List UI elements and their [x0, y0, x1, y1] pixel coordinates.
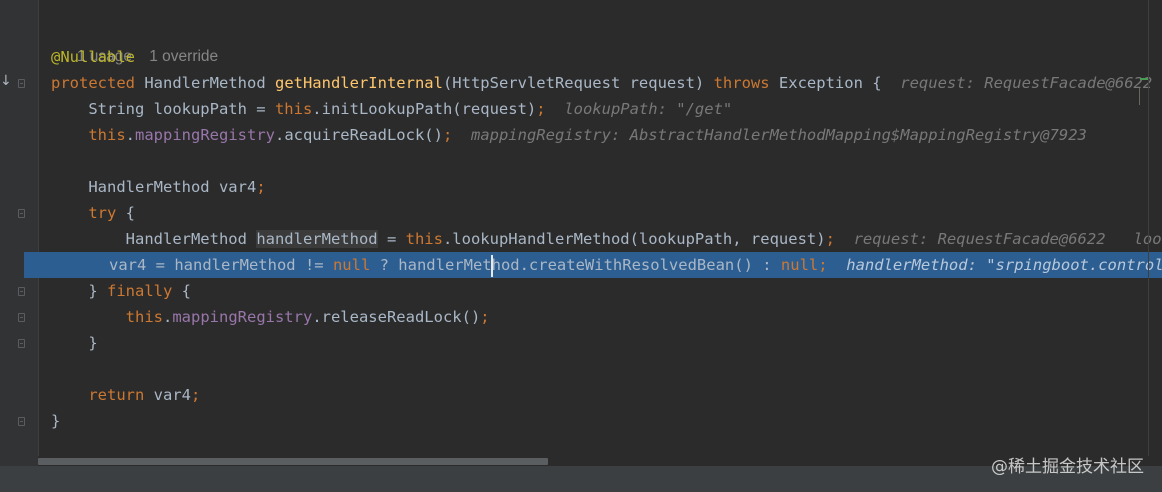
code-token: .acquireReadLock()	[274, 126, 443, 144]
bottom-panel-bar	[0, 466, 1162, 492]
keyword-token: protected	[51, 74, 135, 92]
inline-debug-hint: lookupPath: "/get"	[564, 100, 733, 118]
keyword-token: try	[88, 204, 117, 222]
semicolon-token: ;	[191, 386, 201, 404]
code-line: this.mappingRegistry.releaseReadLock();	[38, 304, 1162, 330]
text-caret	[491, 255, 493, 277]
code-token: HandlerMethod var4	[88, 178, 257, 196]
change-marker	[1140, 78, 1148, 80]
code-line: } finally {	[38, 278, 1162, 304]
code-line: String lookupPath = this.initLookupPath(…	[38, 96, 1162, 122]
semicolon-token: ;	[256, 178, 266, 196]
code-line: this.mappingRegistry.acquireReadLock(); …	[38, 122, 1162, 148]
scrollbar-thumb[interactable]	[38, 458, 548, 465]
change-marker-bracket	[1139, 88, 1150, 105]
keyword-token: this	[88, 126, 126, 144]
code-editor[interactable]: 1 usage 1 override @Nullable protected H…	[24, 0, 1162, 460]
keyword-token: throws	[713, 74, 770, 92]
variable-token: handlerMethod	[256, 230, 378, 248]
code-line-annotation: @Nullable	[38, 44, 1162, 70]
semicolon-token: ;	[818, 256, 828, 274]
code-token: .lookupHandlerMethod(lookupPath, request…	[442, 230, 826, 248]
code-token: ? handlerMethod.createWithResolvedBean()…	[370, 256, 781, 274]
fold-marker-icon[interactable]	[18, 417, 25, 426]
editor-gutter[interactable]: ↓	[0, 0, 39, 466]
code-line-signature: protected HandlerMethod getHandlerIntern…	[38, 70, 1162, 96]
keyword-token: this	[274, 100, 313, 118]
keyword-token: return	[88, 386, 145, 404]
code-line: try {	[38, 200, 1162, 226]
code-token: HandlerMethod	[125, 230, 257, 248]
exception-token: Exception {	[769, 74, 882, 92]
fold-marker-icon[interactable]	[18, 339, 25, 348]
code-lens-line: 1 usage 1 override	[38, 18, 1162, 65]
code-line: }	[38, 330, 1162, 356]
code-token: String lookupPath =	[88, 100, 275, 118]
semicolon-token: ;	[825, 230, 835, 248]
semicolon-token: ;	[442, 126, 453, 144]
code-token: }	[88, 334, 98, 352]
code-token: =	[377, 230, 406, 248]
annotation-token: @Nullable	[51, 48, 135, 66]
code-token: .initLookupPath(request)	[312, 100, 537, 118]
semicolon-token: ;	[536, 100, 546, 118]
override-arrow-icon[interactable]: ↓	[0, 73, 12, 89]
keyword-token: null	[780, 256, 819, 274]
params-token: (HttpServletRequest request)	[442, 74, 714, 92]
code-token: .	[162, 308, 173, 326]
inline-debug-hint: request: RequestFacade@6622	[900, 74, 1153, 92]
keyword-token: this	[405, 230, 443, 248]
code-token: {	[116, 204, 135, 222]
code-token: .releaseReadLock()	[312, 308, 481, 326]
field-token: mappingRegistry	[135, 126, 275, 144]
field-token: mappingRegistry	[172, 308, 313, 326]
code-token: {	[172, 282, 191, 300]
keyword-token: finally	[107, 282, 173, 300]
code-token: var4 = handlerMethod !=	[109, 256, 333, 274]
code-line: return var4;	[38, 382, 1162, 408]
current-execution-line: var4 = handlerMethod != null ? handlerMe…	[24, 252, 1162, 278]
type-token: HandlerMethod	[135, 74, 275, 92]
right-margin-divider	[1148, 0, 1149, 460]
fold-marker-icon[interactable]	[18, 209, 25, 218]
code-line: HandlerMethod handlerMethod = this.looku…	[38, 226, 1162, 252]
watermark: @稀土掘金技术社区	[991, 457, 1144, 477]
code-line: HandlerMethod var4;	[38, 174, 1162, 200]
inline-debug-hint: handlerMethod: "srpingboot.control	[846, 256, 1162, 274]
fold-marker-icon[interactable]	[18, 79, 25, 88]
inline-debug-hint: mappingRegistry: AbstractHandlerMethodMa…	[470, 126, 1087, 144]
method-name-token: getHandlerInternal	[274, 74, 443, 92]
keyword-token: null	[332, 256, 371, 274]
code-token: .	[125, 126, 135, 144]
code-token: var4	[144, 386, 191, 404]
keyword-token: this	[125, 308, 163, 326]
code-token: }	[88, 282, 107, 300]
semicolon-token: ;	[480, 308, 490, 326]
code-line: }	[38, 408, 1162, 434]
code-token: }	[51, 412, 61, 430]
inline-debug-hint: request: RequestFacade@6622	[853, 230, 1106, 248]
